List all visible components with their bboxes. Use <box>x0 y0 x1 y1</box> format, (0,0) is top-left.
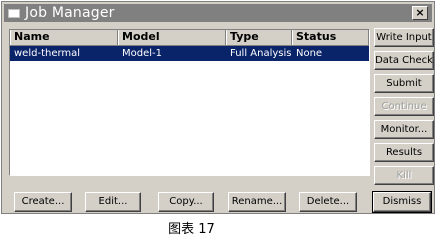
create-button[interactable]: Create... <box>14 192 72 212</box>
close-button[interactable]: × <box>412 6 428 20</box>
title-bar[interactable]: Job Manager × <box>4 4 432 22</box>
dialog-title: Job Manager <box>25 5 115 21</box>
copy-button[interactable]: Copy... <box>158 192 214 212</box>
continue-button[interactable]: Continue <box>374 97 434 116</box>
job-name-cell: weld-thermal <box>14 48 81 59</box>
column-header-type[interactable]: Type <box>226 30 292 45</box>
dismiss-button[interactable]: Dismiss <box>373 192 431 212</box>
delete-button[interactable]: Delete... <box>299 192 357 212</box>
column-header-name[interactable]: Name <box>10 30 118 45</box>
table-row[interactable]: weld-thermal Model-1 Full Analysis None <box>10 46 369 61</box>
edit-button[interactable]: Edit... <box>85 192 141 212</box>
data-check-button[interactable]: Data Check <box>374 51 434 70</box>
write-input-button[interactable]: Write Input <box>374 28 434 47</box>
job-manager-dialog: Job Manager × Name Model Type Status wel… <box>1 1 435 214</box>
results-button[interactable]: Results <box>374 143 434 162</box>
kill-button[interactable]: Kill <box>374 166 434 185</box>
window-icon <box>8 8 20 18</box>
column-header-status[interactable]: Status <box>292 30 369 45</box>
figure-caption: 图表 17 <box>168 222 215 237</box>
jobs-table: Name Model Type Status weld-thermal Mode… <box>9 29 370 176</box>
table-header: Name Model Type Status <box>10 30 369 46</box>
job-type-cell: Full Analysis <box>230 48 292 59</box>
job-model-cell: Model-1 <box>122 48 162 59</box>
monitor-button[interactable]: Monitor... <box>374 120 434 139</box>
rename-button[interactable]: Rename... <box>228 192 286 212</box>
submit-button[interactable]: Submit <box>374 74 434 93</box>
job-status-cell: None <box>296 48 323 59</box>
column-header-model[interactable]: Model <box>118 30 226 45</box>
